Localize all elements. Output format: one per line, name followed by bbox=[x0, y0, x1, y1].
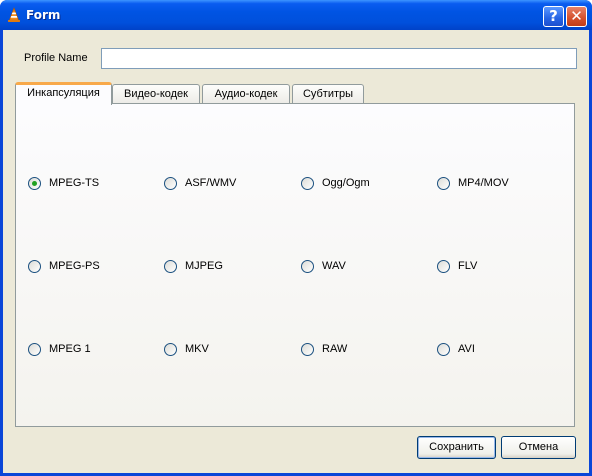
radio-label: MPEG 1 bbox=[49, 343, 91, 355]
radio-button[interactable] bbox=[437, 342, 450, 356]
profile-name-input[interactable] bbox=[101, 48, 577, 69]
tab-audio-codec[interactable]: Аудио-кодек bbox=[202, 84, 290, 104]
radio-button[interactable] bbox=[164, 342, 177, 356]
radio-button[interactable] bbox=[28, 259, 41, 273]
radio-label: ASF/WMV bbox=[185, 177, 237, 189]
save-button[interactable]: Сохранить bbox=[417, 436, 496, 459]
tab-subtitles[interactable]: Субтитры bbox=[292, 84, 364, 104]
close-icon: ✕ bbox=[570, 7, 583, 25]
cancel-button-label: Отмена bbox=[518, 441, 559, 453]
radio-button[interactable] bbox=[28, 342, 41, 356]
radio-label: FLV bbox=[458, 260, 478, 272]
radio-label: MJPEG bbox=[185, 260, 223, 272]
radio-button[interactable] bbox=[301, 342, 314, 356]
tab-label: Видео-кодек bbox=[124, 88, 188, 100]
save-button-label: Сохранить bbox=[429, 441, 484, 453]
radio-button[interactable] bbox=[301, 259, 314, 273]
help-icon: ? bbox=[549, 7, 558, 25]
radio-label: MP4/MOV bbox=[458, 177, 509, 189]
radio-mpeg-ps[interactable]: MPEG-PS bbox=[28, 258, 100, 274]
radio-label: AVI bbox=[458, 343, 475, 355]
dialog-client-area: Profile Name Инкапсуляция Видео-кодек Ау… bbox=[3, 30, 589, 473]
radio-mp4-mov[interactable]: MP4/MOV bbox=[437, 175, 509, 191]
radio-mkv[interactable]: MKV bbox=[164, 341, 209, 357]
radio-wav[interactable]: WAV bbox=[301, 258, 346, 274]
radio-button[interactable] bbox=[164, 259, 177, 273]
tab-video-codec[interactable]: Видео-кодек bbox=[112, 84, 200, 104]
radio-label: MKV bbox=[185, 343, 209, 355]
radio-button[interactable] bbox=[437, 176, 450, 190]
radio-mpeg-ts[interactable]: MPEG-TS bbox=[28, 175, 99, 191]
help-button[interactable]: ? bbox=[543, 6, 564, 27]
radio-label: Ogg/Ogm bbox=[322, 177, 370, 189]
radio-button[interactable] bbox=[437, 259, 450, 273]
radio-avi[interactable]: AVI bbox=[437, 341, 475, 357]
radio-button[interactable] bbox=[164, 176, 177, 190]
form-window: Form ? ✕ Profile Name Инкапсуляция Видео… bbox=[0, 0, 592, 476]
radio-label: RAW bbox=[322, 343, 348, 355]
radio-button[interactable] bbox=[301, 176, 314, 190]
radio-button-checked[interactable] bbox=[28, 176, 41, 190]
radio-raw[interactable]: RAW bbox=[301, 341, 347, 357]
radio-label: WAV bbox=[322, 260, 346, 272]
tab-label: Субтитры bbox=[302, 88, 354, 100]
tab-label: Аудио-кодек bbox=[214, 88, 278, 100]
title-bar[interactable]: Form ? ✕ bbox=[0, 0, 592, 30]
cancel-button[interactable]: Отмена bbox=[501, 436, 576, 459]
radio-label: MPEG-TS bbox=[49, 177, 100, 189]
tab-encapsulation[interactable]: Инкапсуляция bbox=[15, 82, 112, 105]
radio-mjpeg[interactable]: MJPEG bbox=[164, 258, 223, 274]
encapsulation-panel: MPEG-TS ASF/WMV Ogg/Ogm MP4/MOV MPEG-PS bbox=[15, 103, 575, 427]
window-title: Form bbox=[26, 8, 61, 22]
radio-label: MPEG-PS bbox=[49, 260, 100, 272]
tab-label: Инкапсуляция bbox=[27, 87, 100, 99]
radio-asf-wmv[interactable]: ASF/WMV bbox=[164, 175, 236, 191]
profile-name-label: Profile Name bbox=[24, 52, 88, 64]
close-button[interactable]: ✕ bbox=[566, 6, 587, 27]
radio-ogg-ogm[interactable]: Ogg/Ogm bbox=[301, 175, 370, 191]
radio-mpeg-1[interactable]: MPEG 1 bbox=[28, 341, 91, 357]
vlc-cone-icon bbox=[8, 7, 20, 22]
radio-flv[interactable]: FLV bbox=[437, 258, 477, 274]
